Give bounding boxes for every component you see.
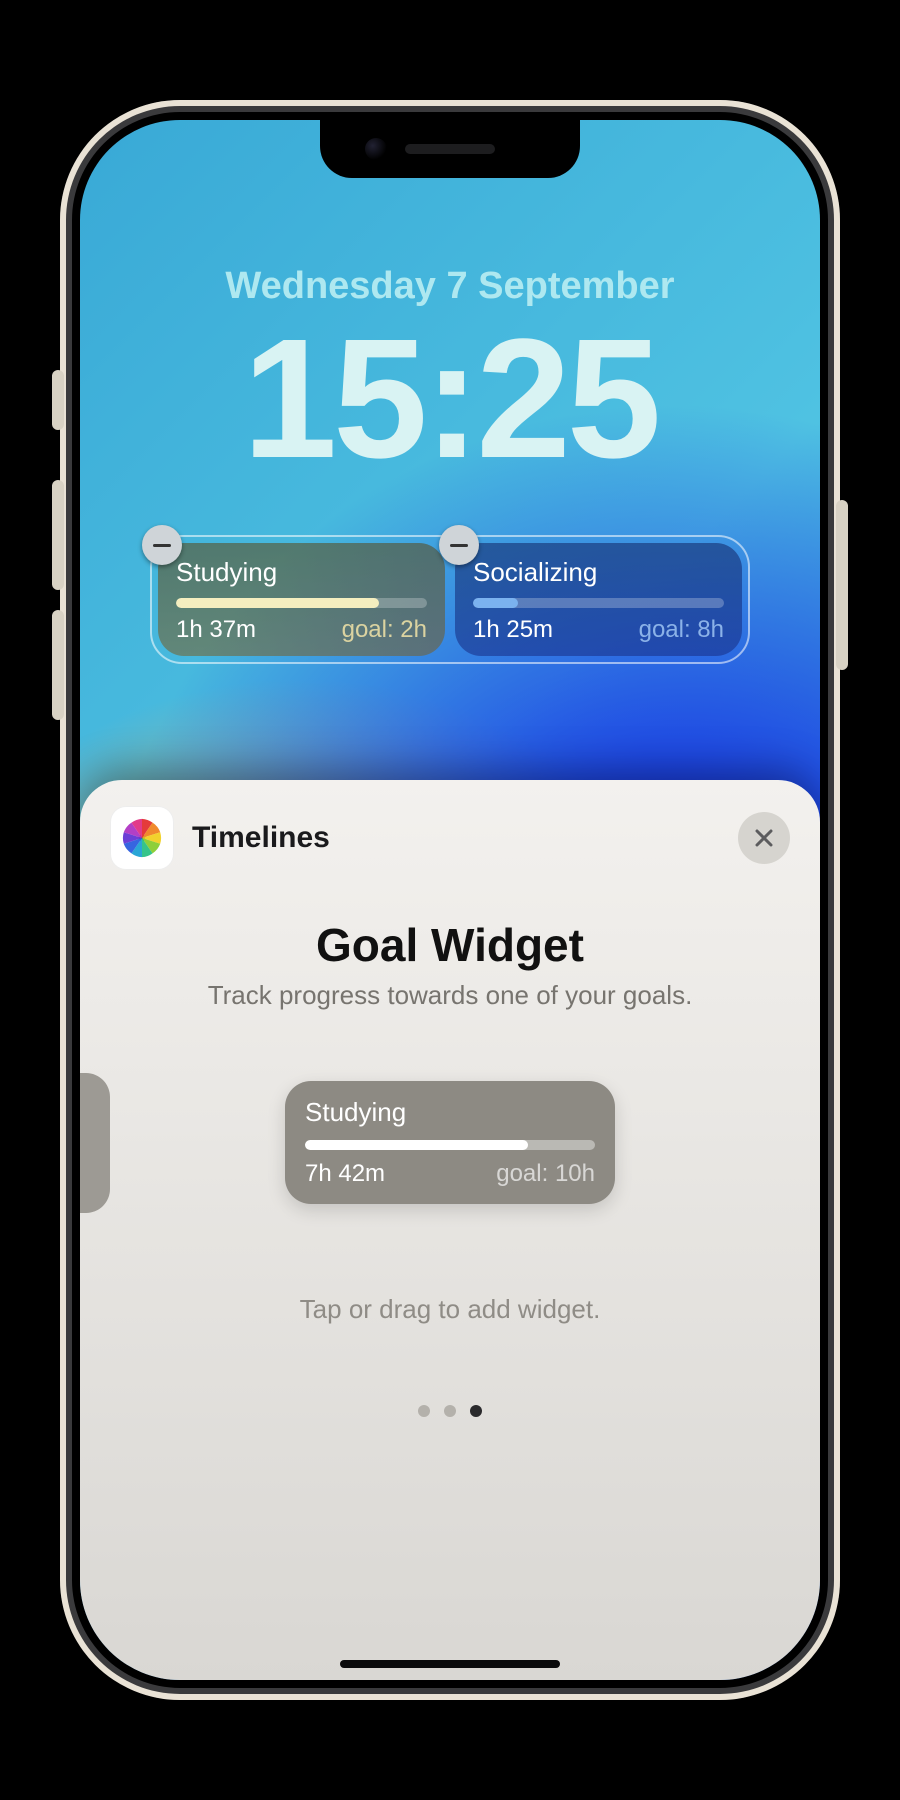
widget-picker-sheet: Timelines Goal Widget Track progress tow… xyxy=(80,780,820,1680)
page-dot[interactable] xyxy=(418,1405,430,1417)
progress-bar xyxy=(176,598,427,608)
lock-widget-title: Socializing xyxy=(473,557,724,588)
app-name: Timelines xyxy=(192,821,330,855)
preview-title: Studying xyxy=(305,1097,595,1128)
progress-bar xyxy=(473,598,724,608)
notch xyxy=(320,120,580,178)
elapsed-time: 1h 37m xyxy=(176,616,256,644)
progress-bar xyxy=(305,1140,595,1150)
front-camera-icon xyxy=(365,138,387,160)
remove-widget-button[interactable] xyxy=(142,525,182,565)
home-indicator[interactable] xyxy=(340,1660,560,1668)
lock-widget-studying[interactable]: Studying 1h 37m goal: 2h xyxy=(158,543,445,656)
lock-screen-time[interactable]: 15:25 xyxy=(80,314,820,484)
widget-preview[interactable]: Studying 7h 42m goal: 10h xyxy=(285,1081,615,1204)
progress-fill xyxy=(473,598,518,608)
lock-screen-widget-row[interactable]: Studying 1h 37m goal: 2h Socializing 1h … xyxy=(150,535,750,664)
elapsed-time: 1h 25m xyxy=(473,616,553,644)
volume-up-button[interactable] xyxy=(52,480,64,590)
close-button[interactable] xyxy=(738,812,790,864)
remove-widget-button[interactable] xyxy=(439,525,479,565)
page-dot[interactable] xyxy=(444,1405,456,1417)
lock-screen-date[interactable]: Wednesday 7 September xyxy=(80,265,820,308)
lock-widget-socializing[interactable]: Socializing 1h 25m goal: 8h xyxy=(455,543,742,656)
silence-switch[interactable] xyxy=(52,370,64,430)
lock-widget-title: Studying xyxy=(176,557,427,588)
goal-label: goal: 8h xyxy=(639,616,724,644)
volume-down-button[interactable] xyxy=(52,610,64,720)
sheet-title: Goal Widget xyxy=(316,918,584,972)
sheet-subtitle: Track progress towards one of your goals… xyxy=(198,980,703,1011)
page-dot[interactable] xyxy=(470,1405,482,1417)
elapsed-time: 7h 42m xyxy=(305,1160,385,1188)
screen: Wednesday 7 September 15:25 Studying 1h … xyxy=(80,120,820,1680)
power-button[interactable] xyxy=(836,500,848,670)
earpiece-speaker-icon xyxy=(405,144,495,154)
page-indicator[interactable] xyxy=(418,1405,482,1417)
sheet-header: Timelines xyxy=(110,806,790,870)
previous-widget-peek[interactable] xyxy=(80,1073,110,1213)
goal-label: goal: 10h xyxy=(496,1160,595,1188)
app-icon xyxy=(110,806,174,870)
widget-preview-carousel[interactable]: Studying 7h 42m goal: 10h xyxy=(110,1081,790,1204)
progress-fill xyxy=(176,598,379,608)
color-wheel-icon xyxy=(119,815,165,861)
goal-label: goal: 2h xyxy=(342,616,427,644)
progress-fill xyxy=(305,1140,528,1150)
phone-frame: Wednesday 7 September 15:25 Studying 1h … xyxy=(60,100,840,1700)
close-icon xyxy=(752,826,776,850)
sheet-hint: Tap or drag to add widget. xyxy=(300,1294,601,1325)
